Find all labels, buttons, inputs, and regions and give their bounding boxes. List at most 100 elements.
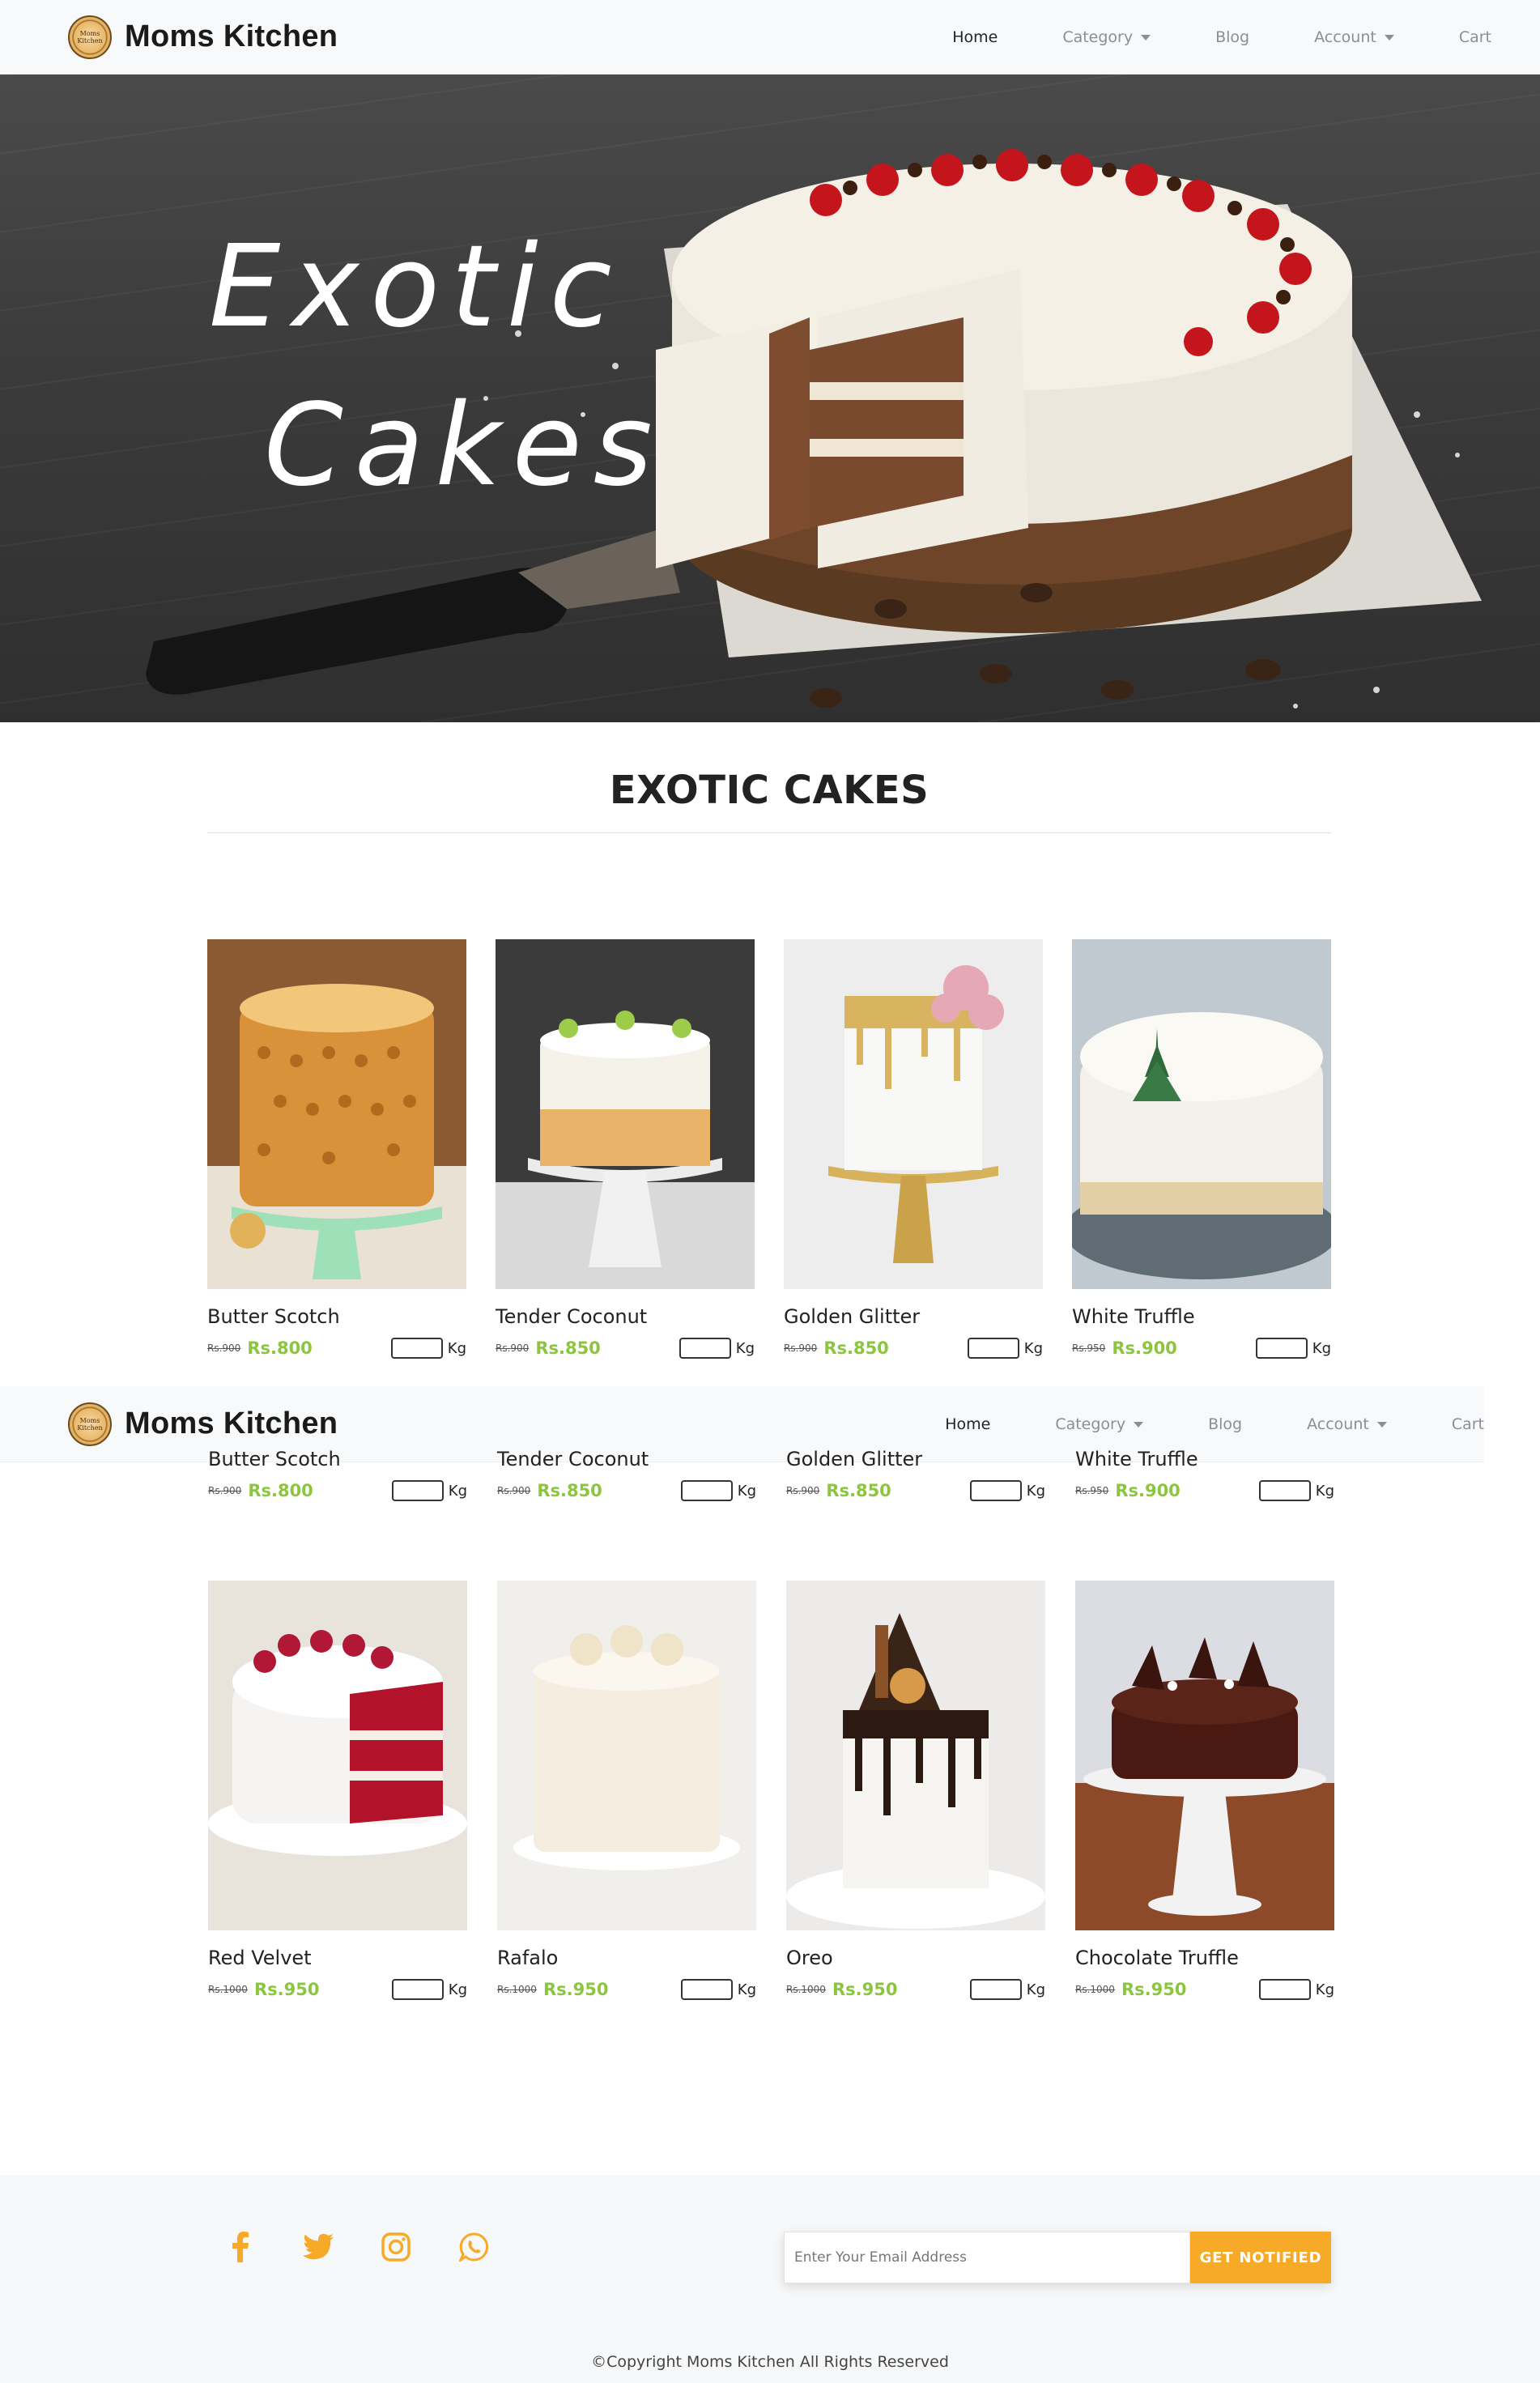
product-card-rafalo[interactable]: Rafalo Rs.1000 Rs.950 Kg <box>497 1581 756 2002</box>
old-price: Rs.900 <box>496 1343 530 1354</box>
product-image[interactable] <box>1075 1581 1334 1930</box>
product-name[interactable]: Oreo <box>786 1947 1045 1971</box>
product-image[interactable] <box>208 1581 467 1930</box>
nav-category[interactable]: Category <box>1055 1415 1144 1433</box>
new-price: Rs.950 <box>832 1980 898 1999</box>
logo-lettering: Moms Kitchen <box>77 1416 103 1432</box>
product-image[interactable] <box>1072 939 1331 1289</box>
quantity-input[interactable] <box>1258 1979 1311 2000</box>
unit-label: Kg <box>735 1339 755 1357</box>
old-price: Rs.900 <box>784 1343 818 1354</box>
product-name[interactable]: Tender Coconut <box>496 1305 755 1330</box>
product-caption-tender-coconut[interactable]: Tender Coconut Rs.900 Rs.850 Kg <box>497 1448 756 1503</box>
whatsapp-icon[interactable] <box>458 2232 489 2262</box>
quantity-group: Kg <box>391 1979 467 2000</box>
nav-account[interactable]: Account <box>1307 1415 1387 1433</box>
quantity-input[interactable] <box>391 1480 444 1501</box>
product-image[interactable] <box>786 1581 1045 1930</box>
brand-logo: Moms Kitchen <box>68 1402 112 1446</box>
product-caption-butter-scotch[interactable]: Butter Scotch Rs.900 Rs.800 Kg <box>208 1448 467 1503</box>
product-caption-golden-glitter[interactable]: Golden Glitter Rs.900 Rs.850 Kg <box>786 1448 1045 1503</box>
brand[interactable]: Moms Kitchen Moms Kitchen <box>68 1402 338 1446</box>
email-input[interactable] <box>784 2232 1190 2283</box>
instagram-icon[interactable] <box>381 2232 411 2262</box>
product-image[interactable] <box>497 1581 756 1930</box>
brand-logo: Moms Kitchen <box>68 15 112 59</box>
quantity-group: Kg <box>969 1480 1045 1501</box>
quantity-group: Kg <box>680 1979 756 2000</box>
quantity-input[interactable] <box>679 1338 731 1359</box>
product-card-chocolate-truffle[interactable]: Chocolate Truffle Rs.1000 Rs.950 Kg <box>1075 1581 1334 2002</box>
top-navbar: Moms Kitchen Moms Kitchen Home Category … <box>0 0 1540 74</box>
quantity-input[interactable] <box>680 1979 733 2000</box>
price-row: Rs.900 Rs.850 Kg <box>784 1336 1043 1360</box>
quantity-input[interactable] <box>391 1979 444 2000</box>
get-notified-button[interactable]: GET NOTIFIED <box>1190 2232 1331 2283</box>
product-name[interactable]: Butter Scotch <box>207 1305 466 1330</box>
product-card-white-truffle[interactable]: White Truffle Rs.950 Rs.900 Kg <box>1072 939 1331 1360</box>
product-card-golden-glitter[interactable]: Golden Glitter Rs.900 Rs.850 Kg <box>784 939 1043 1360</box>
product-name[interactable]: Rafalo <box>497 1947 756 1971</box>
product-caption-white-truffle[interactable]: White Truffle Rs.950 Rs.900 Kg <box>1075 1448 1334 1503</box>
product-card-red-velvet[interactable]: Red Velvet Rs.1000 Rs.950 Kg <box>208 1581 467 2002</box>
unit-label: Kg <box>1315 1981 1334 1998</box>
nav-cart[interactable]: Cart <box>1452 1415 1484 1433</box>
new-price: Rs.850 <box>826 1481 891 1500</box>
nav-blog[interactable]: Blog <box>1208 1415 1242 1433</box>
nav-account-label: Account <box>1307 1415 1369 1433</box>
chevron-down-icon <box>1134 1421 1144 1428</box>
product-name[interactable]: White Truffle <box>1075 1448 1334 1472</box>
quantity-input[interactable] <box>969 1480 1022 1501</box>
nav-cart[interactable]: Cart <box>1459 28 1491 46</box>
new-price: Rs.900 <box>1115 1481 1181 1500</box>
twitter-icon[interactable] <box>303 2232 334 2262</box>
quantity-input[interactable] <box>969 1979 1022 2000</box>
brand[interactable]: Moms Kitchen Moms Kitchen <box>68 15 338 59</box>
old-price: Rs.900 <box>207 1343 241 1354</box>
price-row: Rs.950 Rs.900 Kg <box>1072 1336 1331 1360</box>
brand-name: Moms Kitchen <box>125 1406 338 1440</box>
product-name[interactable]: Golden Glitter <box>786 1448 1045 1472</box>
hero-title-line2: Cakes <box>264 380 664 512</box>
nav-links: Home Category Blog Account Cart <box>880 1415 1484 1433</box>
product-card-tender-coconut[interactable]: Tender Coconut Rs.900 Rs.850 Kg <box>496 939 755 1360</box>
nav-account[interactable]: Account <box>1314 28 1394 46</box>
product-card-butter-scotch[interactable]: Butter Scotch Rs.900 Rs.800 Kg <box>207 939 466 1360</box>
product-name[interactable]: Butter Scotch <box>208 1448 467 1472</box>
nav-category-label: Category <box>1055 1415 1126 1433</box>
quantity-group: Kg <box>1258 1480 1334 1501</box>
chevron-down-icon <box>1376 1421 1387 1428</box>
quantity-input[interactable] <box>680 1480 733 1501</box>
nav-home[interactable]: Home <box>945 1415 990 1433</box>
product-name[interactable]: White Truffle <box>1072 1305 1331 1330</box>
product-name[interactable]: Red Velvet <box>208 1947 467 1971</box>
nav-home[interactable]: Home <box>952 28 998 46</box>
nav-cart-label: Cart <box>1451 1415 1484 1433</box>
section-title: EXOTIC CAKES <box>609 768 930 813</box>
facebook-icon[interactable] <box>225 2232 256 2262</box>
product-card-oreo[interactable]: Oreo Rs.1000 Rs.950 Kg <box>786 1581 1045 2002</box>
quantity-group: Kg <box>679 1338 755 1359</box>
nav-category-label: Category <box>1062 28 1134 46</box>
product-image[interactable] <box>207 939 466 1289</box>
quantity-input[interactable] <box>1255 1338 1308 1359</box>
product-name[interactable]: Golden Glitter <box>784 1305 1043 1330</box>
copyright-text: ©Copyright Moms Kitchen All Rights Reser… <box>591 2353 949 2371</box>
new-price: Rs.800 <box>247 1338 313 1358</box>
old-price: Rs.1000 <box>208 1984 248 1995</box>
product-image[interactable] <box>496 939 755 1289</box>
quantity-input[interactable] <box>390 1338 443 1359</box>
newsletter-form: GET NOTIFIED <box>784 2232 1331 2283</box>
new-price: Rs.950 <box>1121 1980 1187 1999</box>
quantity-input[interactable] <box>1258 1480 1311 1501</box>
quantity-input[interactable] <box>967 1338 1019 1359</box>
hero-banner: Exotic Cakes <box>0 74 1540 722</box>
product-name[interactable]: Chocolate Truffle <box>1075 1947 1334 1971</box>
product-image[interactable] <box>784 939 1043 1289</box>
nav-blog[interactable]: Blog <box>1215 28 1249 46</box>
nav-blog-label: Blog <box>1208 1415 1243 1433</box>
price-row: Rs.900 Rs.800 Kg <box>208 1479 467 1503</box>
nav-category[interactable]: Category <box>1062 28 1151 46</box>
product-name[interactable]: Tender Coconut <box>497 1448 756 1472</box>
unit-label: Kg <box>1315 1482 1334 1500</box>
